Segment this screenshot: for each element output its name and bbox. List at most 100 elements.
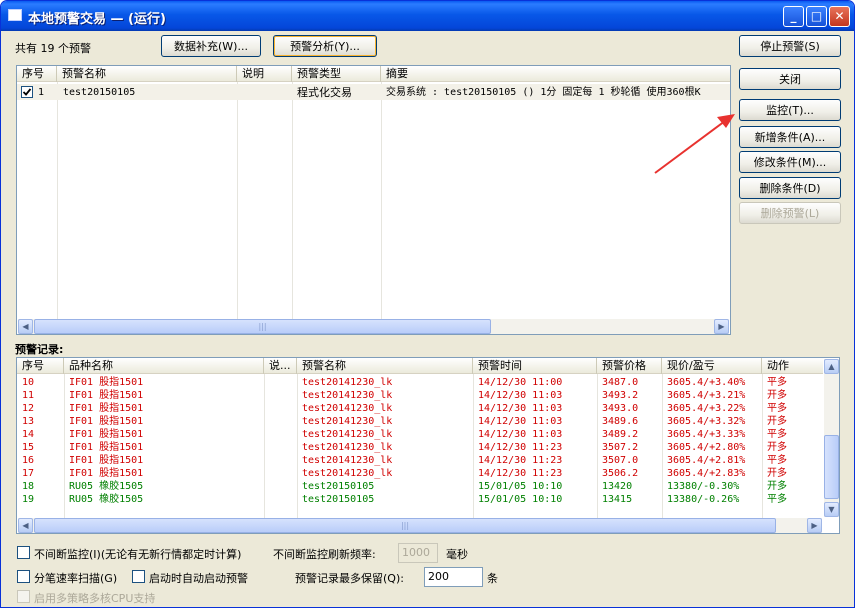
check-icon: [22, 88, 32, 96]
row-pnl: 3605.4/+3.32%: [667, 416, 746, 427]
table-row[interactable]: 10 IF01 股指1501 test20141230_lk 14/12/30 11:…: [17, 376, 823, 389]
stop-alert-button[interactable]: 停止预警(S): [739, 35, 841, 57]
row-symbol: IF01 股指1501: [69, 390, 144, 401]
col-alert-name[interactable]: 预警名称: [57, 66, 237, 82]
scroll-left-icon[interactable]: ◀: [18, 319, 33, 334]
table-row[interactable]: 11 IF01 股指1501 test20141230_lk 14/12/30 11:…: [17, 389, 823, 402]
table-row[interactable]: 12 IF01 股指1501 test20141230_lk 14/12/30 11:…: [17, 402, 823, 415]
row-time: 14/12/30 11:03: [478, 416, 563, 427]
row-action: 平多: [767, 494, 787, 505]
row-name: test20141230_lk: [302, 403, 393, 414]
scroll-right-icon[interactable]: ▶: [714, 319, 729, 334]
row-time: 14/12/30 11:23: [478, 468, 563, 479]
row-index: 11: [22, 390, 35, 401]
row-desc: [269, 428, 295, 441]
col-pnl[interactable]: 现价/盈亏: [662, 358, 762, 374]
table-row[interactable]: 19 RU05 橡胶1505 test20150105 15/01/05 10:10 1…: [17, 493, 823, 506]
row-pnl: 13380/-0.26%: [667, 494, 740, 505]
row-index: 12: [22, 403, 35, 414]
row-time: 15/01/05 10:10: [478, 481, 563, 492]
row-pnl: 3605.4/+3.22%: [667, 403, 746, 414]
table-row[interactable]: 1 test20150105 程式化交易 交易系统 : test20150105…: [17, 84, 730, 100]
alerts-list[interactable]: 序号 预警名称 说明 预警类型 摘要 1 test20150105 程式化交易 …: [16, 65, 731, 335]
scroll-left-icon[interactable]: ◀: [18, 518, 33, 533]
row-symbol: IF01 股指1501: [69, 416, 144, 427]
col-alert-time[interactable]: 预警时间: [473, 358, 597, 374]
row-pnl: 3605.4/+3.40%: [667, 377, 746, 388]
alerts-hscrollbar[interactable]: ◀ ||| ▶: [18, 319, 729, 334]
row-desc: [269, 493, 295, 506]
row-desc: [269, 454, 295, 467]
scroll-up-icon[interactable]: ▲: [824, 359, 839, 374]
close-window-button[interactable]: ✕: [829, 6, 850, 27]
delete-condition-button[interactable]: 删除条件(D): [739, 177, 841, 199]
table-row[interactable]: 15 IF01 股指1501 test20141230_lk 14/12/30 11:…: [17, 441, 823, 454]
row-name: test20141230_lk: [302, 442, 393, 453]
continuous-monitor-label: 不间断监控(I)(无论有无新行情都定时计算): [34, 548, 242, 561]
row-index: 15: [22, 442, 35, 453]
scroll-thumb[interactable]: |||: [34, 518, 776, 533]
row-name: test20141230_lk: [302, 416, 393, 427]
scroll-thumb[interactable]: |||: [34, 319, 491, 334]
row-enabled-checkbox[interactable]: [21, 86, 33, 98]
scroll-thumb[interactable]: [824, 435, 839, 499]
ms-unit-label: 毫秒: [446, 548, 468, 561]
row-index: 10: [22, 377, 35, 388]
row-pnl: 3605.4/+2.80%: [667, 442, 746, 453]
row-time: 14/12/30 11:03: [478, 390, 563, 401]
col-index[interactable]: 序号: [17, 66, 57, 82]
row-time: 14/12/30 11:00: [478, 377, 563, 388]
auto-start-checkbox[interactable]: [132, 570, 145, 583]
table-row[interactable]: 18 RU05 橡胶1505 test20150105 15/01/05 10:10 1…: [17, 480, 823, 493]
col-summary[interactable]: 摘要: [381, 66, 730, 82]
col-symbol[interactable]: 品种名称: [64, 358, 264, 374]
row-name: test20150105: [302, 481, 375, 492]
keep-records-input[interactable]: 200: [424, 567, 483, 587]
col-alert-price[interactable]: 预警价格: [597, 358, 662, 374]
scroll-down-icon[interactable]: ▼: [824, 502, 839, 517]
table-row[interactable]: 14 IF01 股指1501 test20141230_lk 14/12/30 11:…: [17, 428, 823, 441]
row-desc: [269, 389, 295, 402]
row-price: 3493.2: [602, 390, 639, 401]
edit-condition-button[interactable]: 修改条件(M)...: [739, 151, 841, 173]
monitor-button[interactable]: 监控(T)...: [739, 99, 841, 121]
row-price: 3506.2: [602, 468, 639, 479]
add-condition-button[interactable]: 新增条件(A)...: [739, 126, 841, 148]
row-symbol: IF01 股指1501: [69, 429, 144, 440]
row-desc: [269, 415, 295, 428]
maximize-button[interactable]: □: [806, 6, 827, 27]
tick-scan-checkbox[interactable]: [17, 570, 30, 583]
records-list-header: 序号 品种名称 说... 预警名称 预警时间 预警价格 现价/盈亏 动作: [17, 358, 823, 374]
col-description[interactable]: 说明: [237, 66, 292, 82]
minimize-button[interactable]: _: [783, 6, 804, 27]
alert-count-label: 共有 19 个预警: [15, 42, 91, 55]
row-name: test20141230_lk: [302, 377, 393, 388]
close-button[interactable]: 关闭: [739, 68, 841, 90]
scroll-right-icon[interactable]: ▶: [807, 518, 822, 533]
row-alert-name: test20150105: [63, 87, 136, 98]
data-fill-button[interactable]: 数据补充(W)...: [161, 35, 261, 57]
col-alert-type[interactable]: 预警类型: [292, 66, 381, 82]
row-time: 14/12/30 11:03: [478, 429, 563, 440]
col-description[interactable]: 说...: [264, 358, 297, 374]
row-desc: [269, 376, 295, 389]
alert-analysis-button[interactable]: 预警分析(Y)...: [273, 35, 377, 57]
col-alert-name[interactable]: 预警名称: [297, 358, 473, 374]
table-row[interactable]: 17 IF01 股指1501 test20141230_lk 14/12/30 11:…: [17, 467, 823, 480]
row-symbol: IF01 股指1501: [69, 377, 144, 388]
table-row[interactable]: 16 IF01 股指1501 test20141230_lk 14/12/30 11:…: [17, 454, 823, 467]
table-row[interactable]: 13 IF01 股指1501 test20141230_lk 14/12/30 11:…: [17, 415, 823, 428]
records-list[interactable]: 序号 品种名称 说... 预警名称 预警时间 预警价格 现价/盈亏 动作 10 I…: [16, 357, 840, 534]
col-index[interactable]: 序号: [17, 358, 64, 374]
tick-scan-label: 分笔速率扫描(G): [34, 572, 118, 585]
title-bar[interactable]: 本地预警交易 — (运行) _ □ ✕: [1, 1, 854, 31]
row-symbol: IF01 股指1501: [69, 403, 144, 414]
records-hscrollbar[interactable]: ◀ ||| ▶: [18, 518, 822, 533]
continuous-monitor-checkbox[interactable]: [17, 546, 30, 559]
row-price: 3489.6: [602, 416, 639, 427]
row-index: 19: [22, 494, 35, 505]
row-name: test20150105: [302, 494, 375, 505]
records-vscrollbar[interactable]: ▲ ▼: [824, 359, 839, 517]
col-action[interactable]: 动作: [762, 358, 824, 374]
main-window: 本地预警交易 — (运行) _ □ ✕ 共有 19 个预警 数据补充(W)...…: [0, 0, 855, 608]
